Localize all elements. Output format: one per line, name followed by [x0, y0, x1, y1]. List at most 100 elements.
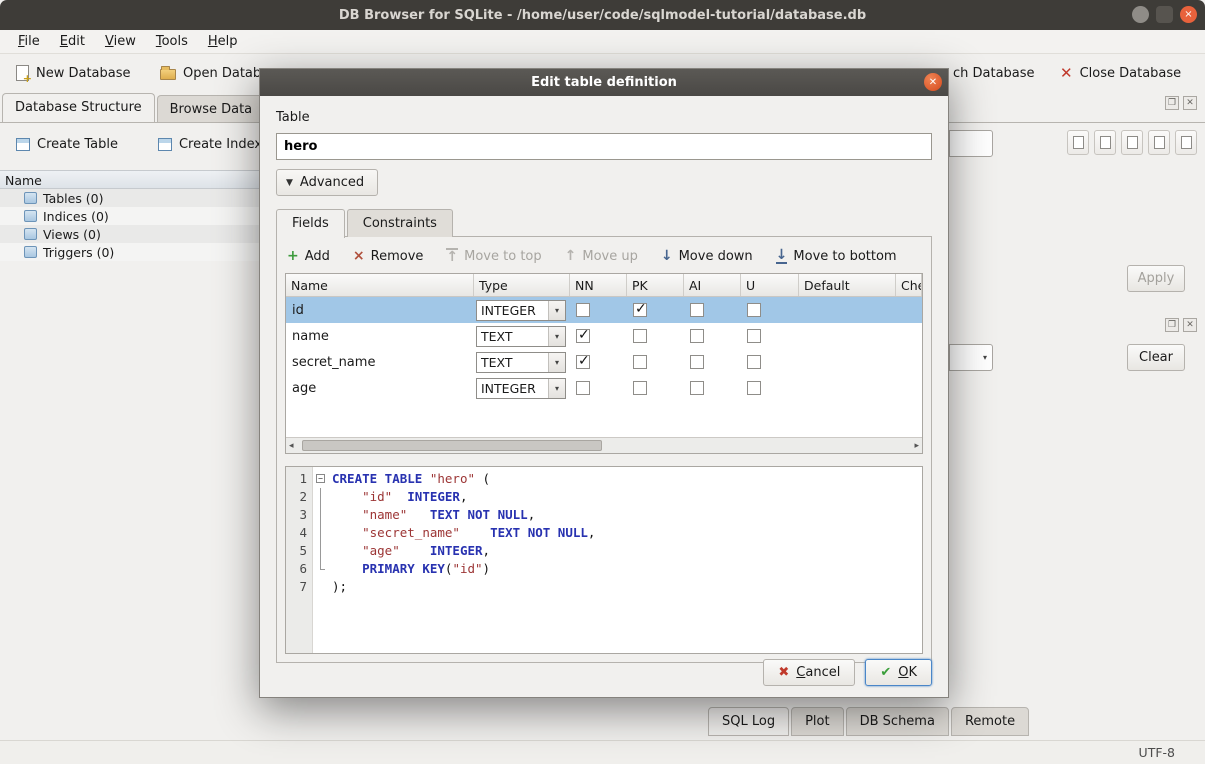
bottom-tab-remote[interactable]: Remote	[951, 707, 1029, 736]
move-to-bottom-button[interactable]: ↓Move to bottom	[776, 248, 897, 264]
minimize-button[interactable]	[1132, 6, 1149, 23]
scrollbar-thumb[interactable]	[302, 440, 602, 451]
add-button[interactable]: +Add	[287, 248, 330, 264]
column-header-pk[interactable]: PK	[627, 274, 684, 296]
column-header-che[interactable]: Che	[896, 274, 922, 296]
fields-toolbar: +Add×Remove↑Move to top↑Move up↓Move dow…	[285, 245, 923, 273]
type-value: TEXT	[477, 353, 548, 372]
type-combobox[interactable]: TEXT▾	[476, 352, 566, 373]
column-header-default[interactable]: Default	[799, 274, 896, 296]
line-number: 2	[286, 488, 307, 506]
fold-collapse-icon[interactable]: −	[316, 474, 325, 483]
nn-checkbox[interactable]	[576, 329, 590, 343]
bottom-tab-sql-log[interactable]: SQL Log	[708, 707, 789, 736]
type-combobox[interactable]: INTEGER▾	[476, 300, 566, 321]
tab-browse-data[interactable]: Browse Data	[157, 95, 266, 122]
nn-checkbox[interactable]	[576, 381, 590, 395]
scroll-right-icon[interactable]: ▸	[914, 441, 919, 451]
remove-button[interactable]: ×Remove	[353, 248, 424, 264]
menu-item-edit[interactable]: Edit	[50, 31, 95, 52]
pk-checkbox[interactable]	[633, 355, 647, 369]
menu-item-view[interactable]: View	[95, 31, 146, 52]
move-down-button[interactable]: ↓Move down	[661, 248, 753, 264]
move-up-icon: ↑	[565, 249, 577, 263]
mode-combobox-fragment[interactable]	[949, 130, 993, 157]
tab-fields[interactable]: Fields	[276, 209, 345, 238]
column-header-name[interactable]: Name	[286, 274, 474, 296]
ai-checkbox[interactable]	[690, 355, 704, 369]
table-name-input[interactable]	[276, 133, 932, 160]
open-database-button[interactable]: Open Datab	[152, 61, 269, 86]
cell-tool-button[interactable]	[1094, 130, 1116, 155]
close-button[interactable]: ×	[1180, 6, 1197, 23]
float-icon[interactable]: ❐	[1165, 318, 1179, 332]
menu-item-help[interactable]: Help	[198, 31, 248, 52]
pk-cell	[627, 381, 684, 395]
maximize-button[interactable]	[1156, 6, 1173, 23]
apply-button[interactable]: Apply	[1127, 265, 1185, 292]
type-combobox[interactable]: TEXT▾	[476, 326, 566, 347]
ok-button[interactable]: ✔ OK	[865, 659, 932, 686]
cell-tool-button[interactable]	[1121, 130, 1143, 155]
column-header-ai[interactable]: AI	[684, 274, 741, 296]
clear-button[interactable]: Clear	[1127, 344, 1185, 371]
pk-checkbox[interactable]	[633, 303, 647, 317]
cell-tool-button[interactable]	[1148, 130, 1170, 155]
field-row-id[interactable]: idINTEGER▾	[286, 297, 922, 323]
nn-checkbox[interactable]	[576, 355, 590, 369]
bottom-tab-plot[interactable]: Plot	[791, 707, 844, 736]
dialog-body: Table ▼ Advanced Fields Constraints +Add…	[260, 96, 948, 698]
pk-checkbox[interactable]	[633, 329, 647, 343]
nn-checkbox[interactable]	[576, 303, 590, 317]
column-header-type[interactable]: Type	[474, 274, 570, 296]
field-name-cell: secret_name	[286, 355, 474, 370]
dialog-close-button[interactable]: ✕	[924, 73, 942, 91]
u-checkbox[interactable]	[747, 355, 761, 369]
column-header-u[interactable]: U	[741, 274, 799, 296]
close-database-button[interactable]: ✕ Close Database	[1052, 61, 1189, 86]
float-icon[interactable]: ❐	[1165, 96, 1179, 110]
menu-item-file[interactable]: File	[8, 31, 50, 52]
field-row-secret-name[interactable]: secret_nameTEXT▾	[286, 349, 922, 375]
type-combobox[interactable]: INTEGER▾	[476, 378, 566, 399]
cell-tool-button[interactable]	[1067, 130, 1089, 155]
line-number: 4	[286, 524, 307, 542]
horizontal-scrollbar[interactable]: ◂ ▸	[286, 437, 922, 453]
menu-item-tools[interactable]: Tools	[146, 31, 198, 52]
sql-preview-editor[interactable]: 1234567 − CREATE TABLE "hero" ( "id" INT…	[285, 466, 923, 654]
create-index-button[interactable]: Create Index	[152, 133, 268, 156]
tab-database-structure[interactable]: Database Structure	[2, 93, 155, 122]
move-down-icon: ↓	[661, 249, 673, 263]
window-titlebar[interactable]: DB Browser for SQLite - /home/user/code/…	[0, 0, 1205, 30]
create-index-label: Create Index	[179, 137, 262, 152]
advanced-toggle-button[interactable]: ▼ Advanced	[276, 169, 378, 196]
close-icon[interactable]: ✕	[1183, 318, 1197, 332]
field-row-name[interactable]: nameTEXT▾	[286, 323, 922, 349]
new-database-button[interactable]: New Database	[8, 60, 139, 86]
ai-checkbox[interactable]	[690, 381, 704, 395]
u-checkbox[interactable]	[747, 303, 761, 317]
document-icon	[1073, 136, 1084, 149]
nn-cell	[570, 355, 627, 369]
attach-database-button[interactable]: ch Database	[945, 61, 1043, 86]
filter-combobox-fragment[interactable]: ▾	[949, 344, 993, 371]
cancel-x-icon: ✖	[778, 665, 789, 680]
menubar: FileEditViewToolsHelp	[0, 30, 1205, 54]
cell-tool-button[interactable]	[1175, 130, 1197, 155]
close-icon[interactable]: ✕	[1183, 96, 1197, 110]
ai-checkbox[interactable]	[690, 329, 704, 343]
u-checkbox[interactable]	[747, 381, 761, 395]
ai-checkbox[interactable]	[690, 303, 704, 317]
pk-checkbox[interactable]	[633, 381, 647, 395]
tab-constraints[interactable]: Constraints	[347, 209, 453, 237]
column-header-nn[interactable]: NN	[570, 274, 627, 296]
u-checkbox[interactable]	[747, 329, 761, 343]
folder-icon	[24, 228, 37, 240]
ai-cell	[684, 355, 741, 369]
bottom-tab-db-schema[interactable]: DB Schema	[846, 707, 949, 736]
create-table-button[interactable]: Create Table	[10, 133, 124, 156]
dialog-titlebar[interactable]: Edit table definition ✕	[260, 69, 948, 96]
cancel-button[interactable]: ✖ Cancel	[763, 659, 855, 686]
scroll-left-icon[interactable]: ◂	[289, 441, 294, 451]
field-row-age[interactable]: ageINTEGER▾	[286, 375, 922, 401]
